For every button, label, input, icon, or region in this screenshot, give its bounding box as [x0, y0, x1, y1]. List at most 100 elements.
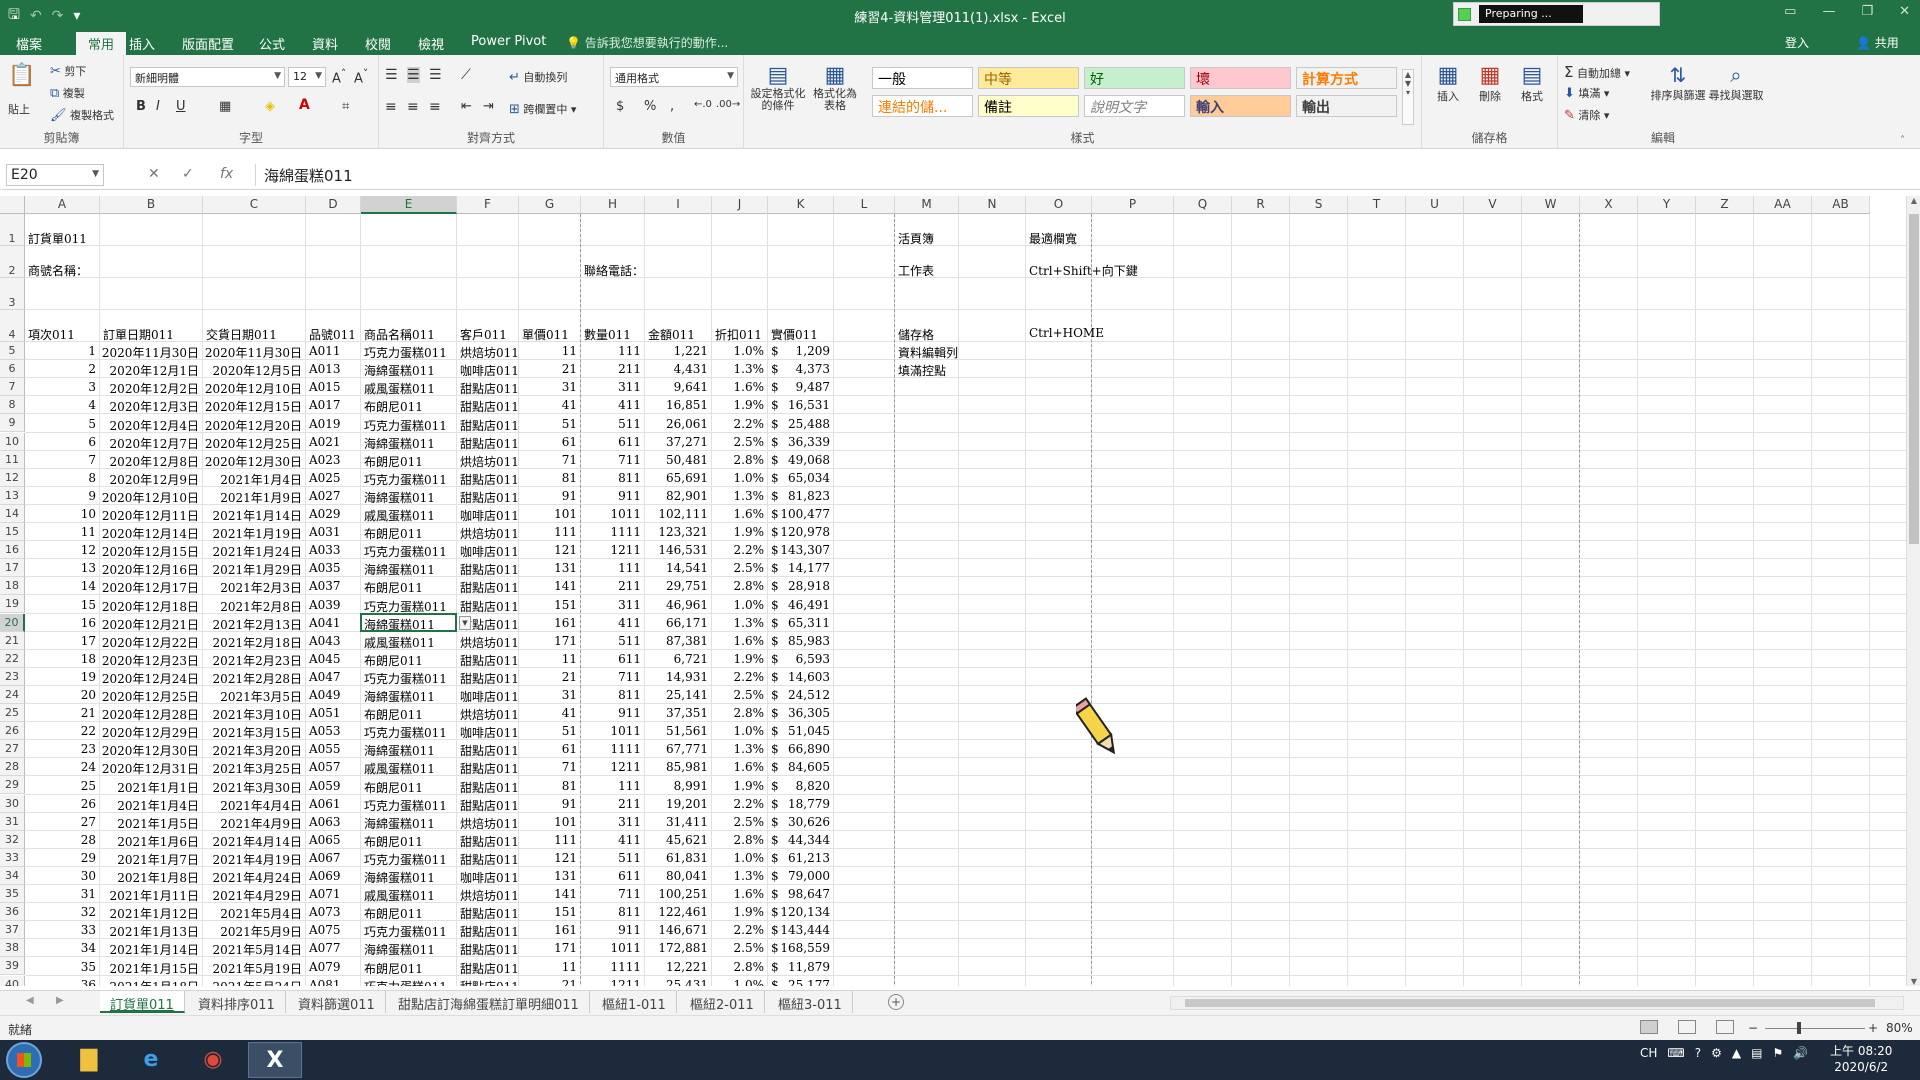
font-name-select[interactable]: 新細明體 ▼: [130, 67, 285, 87]
row-header-31[interactable]: 31: [0, 812, 25, 831]
table-cell[interactable]: A061: [309, 797, 341, 811]
table-cell[interactable]: 2020年12月10日: [203, 380, 302, 397]
column-header-o[interactable]: O: [1026, 196, 1092, 214]
bold-button[interactable]: B: [136, 99, 146, 114]
table-cell[interactable]: 巧克力蛋糕011: [364, 797, 447, 814]
table-cell[interactable]: A039: [309, 598, 341, 612]
collapse-ribbon-icon[interactable]: ˄: [1900, 135, 1905, 146]
table-cell[interactable]: 121: [519, 851, 577, 865]
table-cell[interactable]: 911: [581, 706, 641, 720]
table-cell[interactable]: 151: [519, 905, 577, 919]
table-cell[interactable]: 巧克力蛋糕011: [364, 471, 447, 488]
table-cell[interactable]: 2021年4月14日: [203, 833, 302, 850]
table-cell[interactable]: 2020年12月1日: [100, 362, 199, 379]
table-cell[interactable]: 烘焙坊011: [460, 344, 519, 361]
table-cell[interactable]: 91: [519, 489, 577, 503]
table-cell[interactable]: 甜點店011: [460, 380, 519, 397]
table-cell[interactable]: 2021年2月8日: [203, 598, 302, 615]
tab-data[interactable]: 資料: [312, 34, 338, 53]
table-cell[interactable]: 甜點店011: [460, 670, 519, 687]
table-cell[interactable]: 甜點店011: [460, 833, 519, 850]
format-as-table-button[interactable]: ▦ 格式化為表格: [808, 63, 862, 112]
table-cell[interactable]: 2020年12月4日: [100, 417, 199, 434]
table-cell[interactable]: 41: [519, 398, 577, 412]
column-header-h[interactable]: H: [581, 196, 645, 214]
table-cell[interactable]: 2020年12月21日: [100, 616, 199, 633]
table-cell[interactable]: A013: [309, 362, 341, 376]
table-cell[interactable]: 19,201: [645, 797, 708, 811]
autosum-button[interactable]: Σ 自動加總 ▾: [1564, 63, 1630, 81]
column-header-x[interactable]: X: [1580, 196, 1638, 214]
column-title-cell[interactable]: 折扣011: [715, 326, 762, 343]
table-cell[interactable]: 2020年12月15日: [100, 543, 199, 560]
table-cell[interactable]: 2021年1月14日: [100, 941, 199, 958]
help-icon[interactable]: ?: [1695, 1046, 1701, 1060]
table-cell[interactable]: A055: [309, 742, 341, 756]
paste-button[interactable]: 貼上: [8, 101, 30, 117]
table-cell[interactable]: 81: [519, 471, 577, 485]
row-header-30[interactable]: 30: [0, 794, 25, 813]
table-cell[interactable]: 2021年5月14日: [203, 941, 302, 958]
store-name-label[interactable]: 商號名稱：: [28, 262, 88, 279]
table-cell[interactable]: 2021年3月30日: [203, 779, 302, 796]
table-cell[interactable]: 2021年1月14日: [203, 507, 302, 524]
table-cell[interactable]: 10: [25, 507, 96, 521]
table-cell[interactable]: 1211: [581, 760, 641, 774]
table-cell[interactable]: 51: [519, 417, 577, 431]
table-cell[interactable]: 14,931: [645, 670, 708, 684]
comma-button[interactable]: ,: [670, 99, 674, 114]
table-cell[interactable]: 26: [25, 797, 96, 811]
row-header-38[interactable]: 38: [0, 939, 25, 958]
table-cell[interactable]: 2021年2月3日: [203, 579, 302, 596]
table-cell[interactable]: 2020年12月29日: [100, 724, 199, 741]
table-cell[interactable]: 海綿蛋糕011: [364, 941, 435, 958]
table-cell[interactable]: 2.8%: [712, 706, 765, 720]
table-cell[interactable]: A047: [309, 670, 341, 684]
table-cell[interactable]: 甜點店011: [460, 471, 519, 488]
table-cell[interactable]: 311: [581, 380, 641, 394]
table-cell[interactable]: 2020年12月17日: [100, 579, 199, 596]
table-cell[interactable]: 1.9%: [712, 398, 765, 412]
table-cell[interactable]: 布朗尼011: [364, 905, 423, 922]
table-cell[interactable]: 1011: [581, 507, 641, 521]
table-cell[interactable]: 1.3%: [712, 869, 765, 883]
table-cell[interactable]: 37,351: [645, 706, 708, 720]
table-cell[interactable]: 2: [25, 362, 96, 376]
table-cell[interactable]: 布朗尼011: [364, 779, 423, 796]
note-cell[interactable]: 活頁簿: [898, 230, 934, 247]
table-cell[interactable]: 30: [25, 869, 96, 883]
table-cell[interactable]: A053: [309, 724, 341, 738]
fill-color-icon[interactable]: ◈: [265, 99, 275, 114]
italic-button[interactable]: I: [156, 99, 160, 114]
column-title-cell[interactable]: 實價011: [771, 326, 818, 343]
page-break-view-icon[interactable]: [1716, 1020, 1734, 1034]
normal-view-icon[interactable]: [1640, 1020, 1658, 1034]
note-cell[interactable]: 工作表: [898, 262, 934, 279]
table-cell[interactable]: 布朗尼011: [364, 453, 423, 470]
table-cell[interactable]: 2021年3月20日: [203, 742, 302, 759]
currency-button[interactable]: $: [616, 99, 624, 114]
table-cell[interactable]: 巧克力蛋糕011: [364, 670, 447, 687]
ribbon-display-icon[interactable]: ▭: [1784, 4, 1796, 19]
table-cell[interactable]: 布朗尼011: [364, 706, 423, 723]
table-cell[interactable]: 海綿蛋糕011: [364, 435, 435, 452]
row-header-14[interactable]: 14: [0, 504, 25, 523]
table-cell[interactable]: 146,671: [645, 923, 708, 937]
table-cell[interactable]: 2.5%: [712, 941, 765, 955]
align-top-icon[interactable]: ☰: [385, 67, 398, 83]
table-cell[interactable]: 2.2%: [712, 797, 765, 811]
table-cell[interactable]: 2021年2月28日: [203, 670, 302, 687]
signin-link[interactable]: 登入: [1785, 34, 1809, 51]
table-cell[interactable]: 巧克力蛋糕011: [364, 344, 447, 361]
table-cell[interactable]: 1.0%: [712, 471, 765, 485]
table-cell[interactable]: 25,141: [645, 688, 708, 702]
table-cell[interactable]: 海綿蛋糕011: [364, 688, 435, 705]
note-cell[interactable]: Ctrl+Shift+向下鍵: [1029, 262, 1138, 279]
table-cell[interactable]: A019: [309, 417, 341, 431]
table-cell[interactable]: 32: [25, 905, 96, 919]
row-header-1[interactable]: 1: [0, 214, 25, 246]
cell-dropdown-icon[interactable]: ▼: [459, 615, 471, 630]
sheet-tab-pivot-2[interactable]: 樞紐2-011: [680, 991, 765, 1013]
table-cell[interactable]: 28: [25, 833, 96, 847]
table-cell[interactable]: 8: [25, 471, 96, 485]
